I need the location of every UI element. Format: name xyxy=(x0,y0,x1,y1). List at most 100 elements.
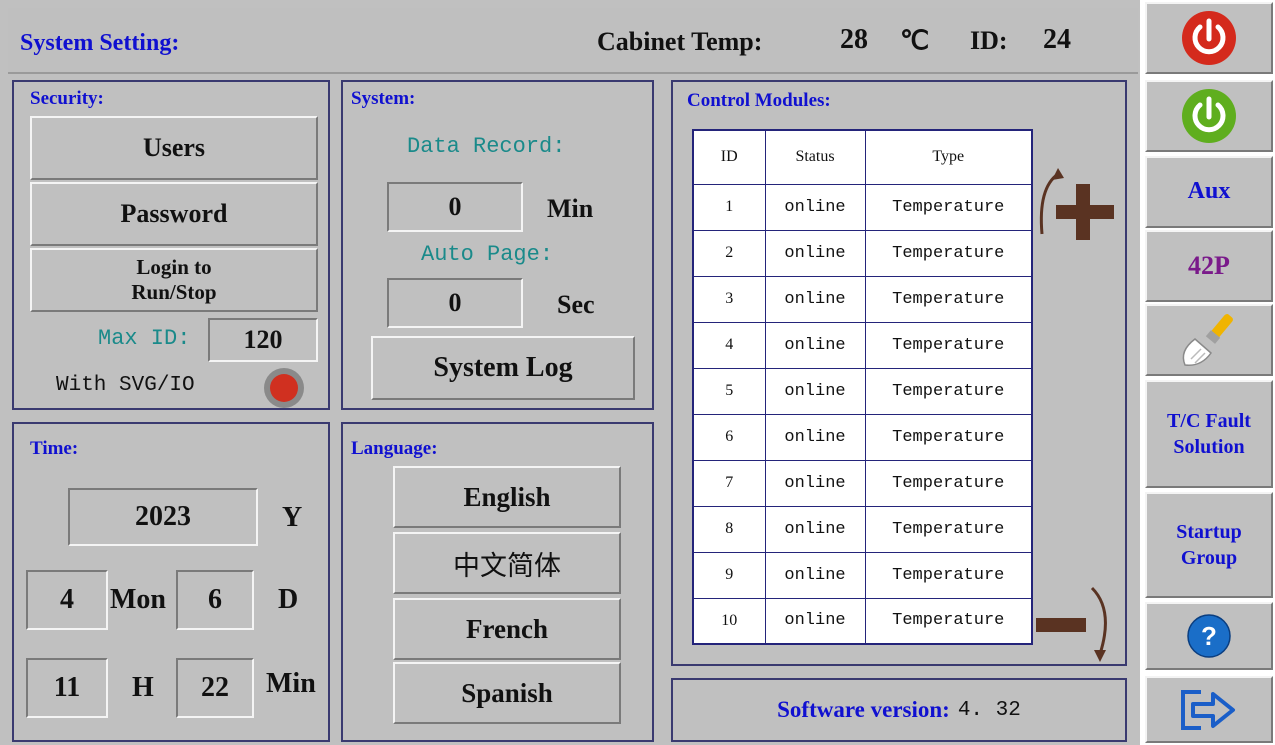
tc-fault-label: T/C Fault Solution xyxy=(1167,408,1251,460)
status-led-icon xyxy=(270,374,298,402)
cell-status: online xyxy=(764,413,866,461)
table-row[interactable]: 6 online Temperature xyxy=(692,413,1033,461)
cell-type: Temperature xyxy=(864,597,1033,645)
login-line2: Run/Stop xyxy=(131,280,217,304)
auto-page-field[interactable]: 0 xyxy=(387,278,523,328)
password-button[interactable]: Password xyxy=(30,182,318,246)
startup-line2: Group xyxy=(1180,547,1238,569)
table-row[interactable]: 3 online Temperature xyxy=(692,275,1033,323)
cell-id: 7 xyxy=(692,459,766,507)
system-title: System: xyxy=(351,88,416,109)
hour-field[interactable]: 11 xyxy=(26,658,108,718)
aux-label: Aux xyxy=(1187,178,1231,205)
cell-id: 5 xyxy=(692,367,766,415)
table-row[interactable]: 2 online Temperature xyxy=(692,229,1033,277)
cell-status: online xyxy=(764,459,866,507)
cell-status: online xyxy=(764,183,866,231)
month-field[interactable]: 4 xyxy=(26,570,108,630)
cell-id: 4 xyxy=(692,321,766,369)
column-header-type: Type xyxy=(864,129,1033,185)
data-record-label: Data Record: xyxy=(407,134,566,159)
cell-id: 2 xyxy=(692,229,766,277)
cell-type: Temperature xyxy=(864,367,1033,415)
login-run-stop-button[interactable]: Login to Run/Stop xyxy=(30,248,318,312)
table-row[interactable]: 5 online Temperature xyxy=(692,367,1033,415)
table-row[interactable]: 10 online Temperature xyxy=(692,597,1033,645)
year-field[interactable]: 2023 xyxy=(68,488,258,546)
language-french-button[interactable]: French xyxy=(393,598,621,660)
tc-fault-solution-button[interactable]: T/C Fault Solution xyxy=(1145,380,1273,488)
language-title: Language: xyxy=(351,438,438,459)
hour-unit: H xyxy=(132,672,154,703)
startup-group-button[interactable]: Startup Group xyxy=(1145,492,1273,598)
exit-button[interactable] xyxy=(1145,676,1273,743)
cell-id: 6 xyxy=(692,413,766,461)
cell-id: 1 xyxy=(692,183,766,231)
time-title: Time: xyxy=(30,438,79,459)
language-panel: Language: English 中文简体 French Spanish xyxy=(341,422,654,742)
modules-table: ID Status Type 1 online Temperature 2 onlin… xyxy=(692,129,1033,645)
temp-unit: ℃ xyxy=(900,26,930,55)
cell-id: 3 xyxy=(692,275,766,323)
language-english-button[interactable]: English xyxy=(393,466,621,528)
clean-button[interactable] xyxy=(1145,304,1273,376)
language-chinese-button[interactable]: 中文简体 xyxy=(393,532,621,594)
minute-field[interactable]: 22 xyxy=(176,658,254,718)
max-id-field[interactable]: 120 xyxy=(208,318,318,362)
id-value: 24 xyxy=(1043,24,1071,55)
table-header-row: ID Status Type xyxy=(692,129,1033,185)
power-red-icon xyxy=(1182,11,1236,65)
data-record-field[interactable]: 0 xyxy=(387,182,523,232)
software-version-bar: Software version: 4. 32 xyxy=(671,678,1127,742)
cell-status: online xyxy=(764,275,866,323)
cell-type: Temperature xyxy=(864,413,1033,461)
security-panel: Security: Users Password Login to Run/St… xyxy=(12,80,330,410)
svg-text:?: ? xyxy=(1201,621,1217,651)
day-unit: D xyxy=(278,584,299,615)
remove-module-icon[interactable] xyxy=(1034,584,1118,664)
power-on-button[interactable] xyxy=(1145,80,1273,152)
users-button[interactable]: Users xyxy=(30,116,318,180)
cell-type: Temperature xyxy=(864,505,1033,553)
p42-button[interactable]: 42P xyxy=(1145,230,1273,302)
table-row[interactable]: 1 online Temperature xyxy=(692,183,1033,231)
add-module-icon[interactable] xyxy=(1034,166,1118,242)
column-header-status: Status xyxy=(764,129,866,185)
language-spanish-button[interactable]: Spanish xyxy=(393,662,621,724)
system-log-button[interactable]: System Log xyxy=(371,336,635,400)
svg-io-label: With SVG/IO xyxy=(56,374,195,397)
exit-icon xyxy=(1181,689,1235,730)
page-title: System Setting: xyxy=(20,30,180,56)
cell-status: online xyxy=(764,367,866,415)
cell-type: Temperature xyxy=(864,275,1033,323)
help-button[interactable]: ? xyxy=(1145,602,1273,670)
cell-status: online xyxy=(764,321,866,369)
time-panel: Time: 2023 Y 4 Mon 6 D 11 H 22 Min xyxy=(12,422,330,742)
power-off-button[interactable] xyxy=(1145,2,1273,74)
cell-status: online xyxy=(764,505,866,553)
cell-type: Temperature xyxy=(864,229,1033,277)
cell-type: Temperature xyxy=(864,551,1033,599)
cell-type: Temperature xyxy=(864,459,1033,507)
software-version-label: Software version: xyxy=(777,697,950,722)
table-row[interactable]: 8 online Temperature xyxy=(692,505,1033,553)
day-field[interactable]: 6 xyxy=(176,570,254,630)
system-panel: System: Data Record: 0 Min Auto Page: 0 … xyxy=(341,80,654,410)
cell-id: 8 xyxy=(692,505,766,553)
tc-fault-line1: T/C Fault xyxy=(1167,410,1251,432)
table-row[interactable]: 4 online Temperature xyxy=(692,321,1033,369)
help-icon: ? xyxy=(1187,614,1231,658)
cell-status: online xyxy=(764,229,866,277)
cell-type: Temperature xyxy=(864,321,1033,369)
table-row[interactable]: 9 online Temperature xyxy=(692,551,1033,599)
svg-io-toggle[interactable] xyxy=(264,368,304,408)
security-title: Security: xyxy=(30,88,104,109)
table-row[interactable]: 7 online Temperature xyxy=(692,459,1033,507)
power-green-icon xyxy=(1182,89,1236,143)
month-unit: Mon xyxy=(110,584,166,615)
cell-type: Temperature xyxy=(864,183,1033,231)
id-label: ID: xyxy=(970,26,1008,55)
aux-button[interactable]: Aux xyxy=(1145,156,1273,228)
brush-icon xyxy=(1182,314,1233,366)
startup-line1: Startup xyxy=(1176,521,1242,543)
